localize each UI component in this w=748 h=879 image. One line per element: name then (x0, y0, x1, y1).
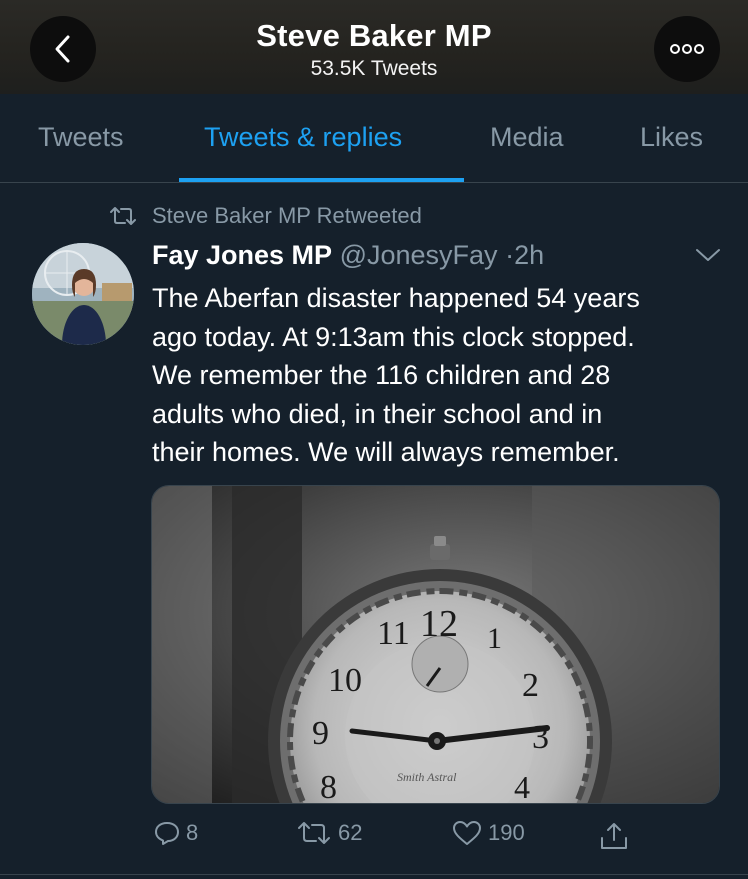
tweet-count: 53.5K Tweets (310, 57, 438, 80)
clock-photo: 12 11 10 9 8 1 2 3 4 Smith Astral (152, 486, 719, 803)
clock-numeral-11: 11 (377, 615, 410, 652)
reply-count: 8 (186, 820, 199, 845)
divider (0, 874, 748, 875)
clock-numeral-8: 8 (320, 769, 337, 803)
tweet-text-line: adults who died, in their school and in (152, 398, 603, 429)
tab-tweets[interactable]: Tweets (38, 122, 124, 153)
retweet-button[interactable]: 62 (296, 820, 362, 846)
retweet-count: 62 (338, 820, 363, 845)
reply-icon (155, 822, 179, 845)
clock-numeral-2: 2 (522, 667, 539, 704)
profile-tabs: Tweets Tweets & replies Media Likes (0, 94, 748, 183)
tweet-menu-button[interactable] (694, 246, 722, 269)
chevron-down-icon (696, 249, 720, 261)
clock-brand: Smith Astral (397, 770, 457, 784)
tab-likes[interactable]: Likes (640, 122, 703, 153)
author-handle[interactable]: @JonesyFay (340, 240, 498, 270)
tweet-media[interactable]: 12 11 10 9 8 1 2 3 4 Smith Astral (151, 485, 720, 804)
clock-numeral-12: 12 (420, 603, 458, 645)
avatar-image (32, 243, 134, 345)
retweet-notice: Steve Baker MP Retweeted (108, 203, 422, 229)
like-button[interactable]: 190 (452, 820, 525, 846)
tweet-text-line: We remember the 116 children and 28 (152, 360, 611, 390)
tweet-text-line: their homes. We will always remember. (152, 437, 620, 467)
tweet-time[interactable]: 2h (514, 240, 544, 270)
clock-numeral-1: 1 (487, 622, 502, 655)
tweet-header: Fay Jones MP @JonesyFay ·2h (152, 240, 544, 271)
tweet-text-line: The Aberfan disaster happened 54 years (152, 283, 640, 313)
retweet-icon (110, 207, 136, 225)
retweet-notice-text: Steve Baker MP Retweeted (152, 203, 422, 228)
share-button[interactable] (598, 820, 636, 852)
clock-numeral-3: 3 (532, 719, 549, 756)
tab-media[interactable]: Media (490, 122, 564, 153)
clock-numeral-10: 10 (328, 662, 362, 699)
separator: · (505, 240, 515, 270)
clock-numeral-4: 4 (514, 769, 530, 803)
clock-numeral-9: 9 (312, 715, 329, 752)
tweet-text: The Aberfan disaster happened 54 years a… (152, 279, 732, 472)
more-icon (670, 44, 704, 54)
retweet-icon (298, 822, 330, 844)
avatar[interactable] (32, 243, 134, 345)
like-count: 190 (488, 820, 525, 845)
more-button[interactable] (654, 16, 720, 82)
active-tab-indicator (179, 178, 464, 182)
profile-title: Steve Baker MP (256, 18, 492, 53)
author-name[interactable]: Fay Jones MP (152, 240, 332, 270)
profile-header: Steve Baker MP 53.5K Tweets (0, 0, 748, 94)
reply-button[interactable]: 8 (154, 820, 198, 846)
tab-tweets-and-replies[interactable]: Tweets & replies (204, 122, 402, 153)
heart-icon (453, 821, 481, 845)
tweet-text-line: ago today. At 9:13am this clock stopped. (152, 321, 635, 352)
tweet-actions: 8 62 190 (0, 810, 748, 860)
share-icon (601, 823, 627, 849)
